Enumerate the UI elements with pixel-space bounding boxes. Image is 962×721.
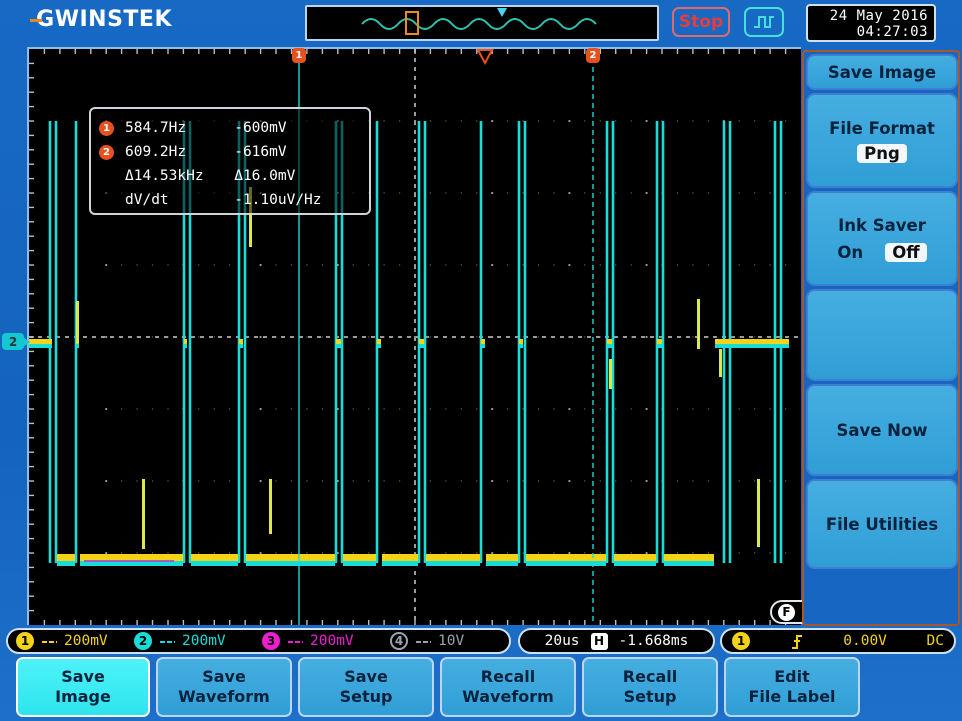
top-bar: GWINSTEK Stop 24 May 2016 04:27:03 (0, 0, 962, 46)
trigger-status[interactable]: 1 0.00V DC (720, 628, 956, 654)
function-key-edit-file-label[interactable]: Edit File Label (724, 657, 860, 717)
function-key-line1: Save (61, 667, 105, 687)
horizontal-icon: H (591, 633, 608, 650)
function-key-line1: Recall (481, 667, 535, 687)
channel-2-badge: 2 (134, 632, 152, 650)
side-menu: Save Image File Format Png Ink Saver On … (802, 50, 960, 626)
save-now-label: Save Now (836, 421, 927, 440)
timebase-delay: -1.668ms (619, 633, 689, 649)
channel-3-status[interactable]: 3 200mV (262, 632, 390, 650)
function-key-line2: Image (55, 687, 111, 707)
cursor-2-marker[interactable]: 2 (586, 48, 600, 63)
channel-2-ground-marker[interactable]: 2 (2, 333, 24, 350)
waveform-overview (307, 7, 657, 39)
channel-1-status[interactable]: 1 200mV (16, 632, 134, 650)
channel-4-scale: 10V (438, 633, 464, 649)
function-key-save-waveform[interactable]: Save Waveform (156, 657, 292, 717)
file-utilities-label: File Utilities (826, 515, 938, 534)
ink-saver-label: Ink Saver (838, 216, 926, 235)
cursor-1-label: 1 (296, 50, 303, 61)
channel-2-scale: 200mV (182, 633, 226, 649)
function-key-line2: File Label (748, 687, 835, 707)
square-pulse-icon (752, 13, 776, 31)
function-key-save-setup[interactable]: Save Setup (298, 657, 434, 717)
channel-4-coupling-icon (415, 639, 431, 643)
cursor-measurement-box: 1 584.7Hz -600mV 2 609.2Hz -616mV Δ14.53… (89, 107, 371, 215)
measure-y-value: -616mV (234, 144, 361, 160)
file-format-label: File Format (829, 119, 935, 138)
measure-row: dV/dt -1.10uV/Hz (99, 188, 361, 212)
measure-row: 1 584.7Hz -600mV (99, 116, 361, 140)
function-key-line2: Waveform (178, 687, 270, 707)
function-key-bar: Save Image Save Waveform Save Setup Reca… (16, 657, 946, 717)
trigger-coupling: DC (927, 633, 944, 649)
channel-3-scale: 200mV (310, 633, 354, 649)
date-label: 24 May 2016 (814, 8, 928, 24)
file-format-value: Png (857, 144, 907, 163)
side-menu-item-blank[interactable] (806, 289, 958, 381)
measure-row: 2 609.2Hz -616mV (99, 140, 361, 164)
measure-row: Δ14.53kHz Δ16.0mV (99, 164, 361, 188)
function-key-line2: Waveform (462, 687, 554, 707)
measure-x-value: 584.7Hz (125, 120, 234, 136)
time-label: 04:27:03 (814, 24, 928, 40)
function-key-line2: Setup (624, 687, 677, 707)
measure-slope-value: -1.10uV/Hz (234, 192, 361, 208)
measure-delta-y: Δ16.0mV (234, 168, 361, 184)
acquisition-mode-button[interactable] (744, 7, 784, 37)
channel-1-coupling-icon (41, 639, 57, 643)
channel-1-scale: 200mV (64, 633, 108, 649)
ink-saver-on-option[interactable]: On (837, 243, 863, 262)
side-menu-item-ink-saver[interactable]: Ink Saver On Off (806, 191, 958, 286)
side-menu-item-file-utilities[interactable]: File Utilities (806, 479, 958, 569)
function-key-line2: Setup (340, 687, 393, 707)
channel-4-status[interactable]: 4 10V (390, 632, 464, 650)
cursor-2-label: 2 (590, 50, 597, 61)
grid-center-horizontal (29, 336, 801, 338)
function-key-line1: Recall (623, 667, 677, 687)
cursor-1-marker[interactable]: 1 (292, 48, 306, 63)
channel-2-ground-label: 2 (9, 335, 17, 349)
measure-slope-label: dV/dt (125, 192, 234, 208)
side-menu-item-save-now[interactable]: Save Now (806, 384, 958, 476)
cursor-1-bullet: 1 (99, 121, 114, 136)
function-key-save-image[interactable]: Save Image (16, 657, 150, 717)
measure-y-value: -600mV (234, 120, 361, 136)
channel-2-status[interactable]: 2 200mV (134, 632, 262, 650)
rising-edge-icon (790, 633, 804, 650)
timebase-status[interactable]: 20us H -1.668ms (518, 628, 715, 654)
trigger-level: 0.00V (843, 633, 887, 649)
measure-x-value: 609.2Hz (125, 144, 234, 160)
ink-saver-off-option[interactable]: Off (885, 243, 926, 262)
function-key-recall-waveform[interactable]: Recall Waveform (440, 657, 576, 717)
channel-3-coupling-icon (287, 639, 303, 643)
function-key-line1: Save (202, 667, 246, 687)
trigger-source-badge: 1 (732, 632, 750, 650)
function-key-recall-setup[interactable]: Recall Setup (582, 657, 718, 717)
function-key-line1: Save (344, 667, 388, 687)
trigger-position-marker[interactable] (476, 49, 494, 65)
frequency-icon: F (778, 604, 795, 621)
channel-3-badge: 3 (262, 632, 280, 650)
ink-saver-options: On Off (837, 243, 926, 262)
channel-4-badge: 4 (390, 632, 408, 650)
waveform-overview-panel[interactable] (305, 5, 659, 41)
date-time-display: 24 May 2016 04:27:03 (806, 4, 936, 42)
oscilloscope-screen: GWINSTEK Stop 24 May 2016 04:27:03 (0, 0, 962, 721)
status-bar: 1 200mV 2 200mV 3 200mV (6, 628, 956, 654)
measure-delta-x: Δ14.53kHz (125, 168, 234, 184)
channel-1-badge: 1 (16, 632, 34, 650)
channel-status-group: 1 200mV 2 200mV 3 200mV (6, 628, 511, 654)
cursor-2-bullet: 2 (99, 145, 114, 160)
waveform-display[interactable]: 1 2 1 584.7Hz -600mV 2 609.2Hz -616mV Δ1… (27, 47, 801, 625)
side-menu-title: Save Image (806, 54, 958, 90)
side-menu-title-label: Save Image (828, 63, 936, 82)
brand-logo: GWINSTEK (28, 7, 172, 32)
side-menu-item-file-format[interactable]: File Format Png (806, 93, 958, 188)
run-stop-label: Stop (679, 12, 723, 32)
channel-2-coupling-icon (159, 639, 175, 643)
function-key-line1: Edit (774, 667, 810, 687)
timebase-value: 20us (545, 633, 580, 649)
run-stop-status[interactable]: Stop (672, 7, 730, 37)
